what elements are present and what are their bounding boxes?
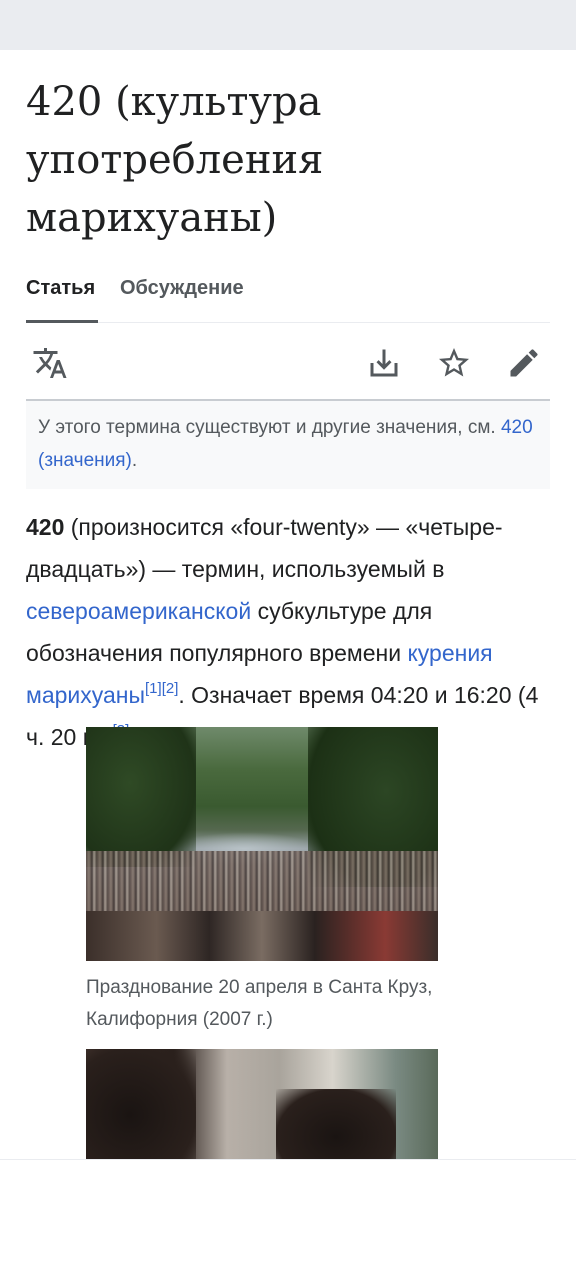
page-actions-toolbar	[26, 323, 550, 401]
second-photo[interactable]	[86, 1049, 438, 1159]
pencil-icon[interactable]	[506, 345, 542, 381]
page-tabs: Статья Обсуждение	[26, 270, 550, 323]
page-title: 420 (культура употребления марихуаны)	[26, 79, 324, 241]
ref-1-link[interactable]: [1]	[145, 680, 162, 697]
lead-bold-term: 420	[26, 514, 65, 540]
language-icon[interactable]	[32, 345, 68, 381]
tab-article[interactable]: Статья	[26, 270, 98, 323]
ref-2[interactable]: [2]	[162, 680, 179, 697]
bottom-bar	[0, 1159, 576, 1280]
download-icon[interactable]	[366, 345, 402, 381]
top-status-band	[0, 0, 576, 50]
crowd-photo[interactable]	[86, 727, 438, 961]
link-north-american[interactable]: североамериканской	[26, 598, 251, 624]
disambiguation-hatnote: У этого термина существуют и другие знач…	[26, 401, 550, 489]
ref-2-link[interactable]: [2]	[162, 680, 179, 697]
tab-talk[interactable]: Обсуждение	[120, 270, 244, 323]
figure-caption: Празднование 20 апреля в Санта Круз, Кал…	[86, 977, 433, 1030]
lead-text-1: (произносится «four-twenty» — «четыре-дв…	[26, 514, 503, 582]
article-content: 420 (культура употребления марихуаны) Ст…	[26, 50, 550, 758]
figure-celebration: Празднование 20 апреля в Санта Круз, Кал…	[86, 727, 438, 1036]
lead-paragraph: 420 (произносится «four-twenty» — «четыр…	[26, 506, 550, 758]
star-icon[interactable]	[436, 345, 472, 381]
ref-1[interactable]: [1]	[145, 680, 162, 697]
hatnote-text-end: .	[131, 450, 138, 471]
hatnote-text: У этого термина существуют и другие знач…	[38, 417, 501, 438]
